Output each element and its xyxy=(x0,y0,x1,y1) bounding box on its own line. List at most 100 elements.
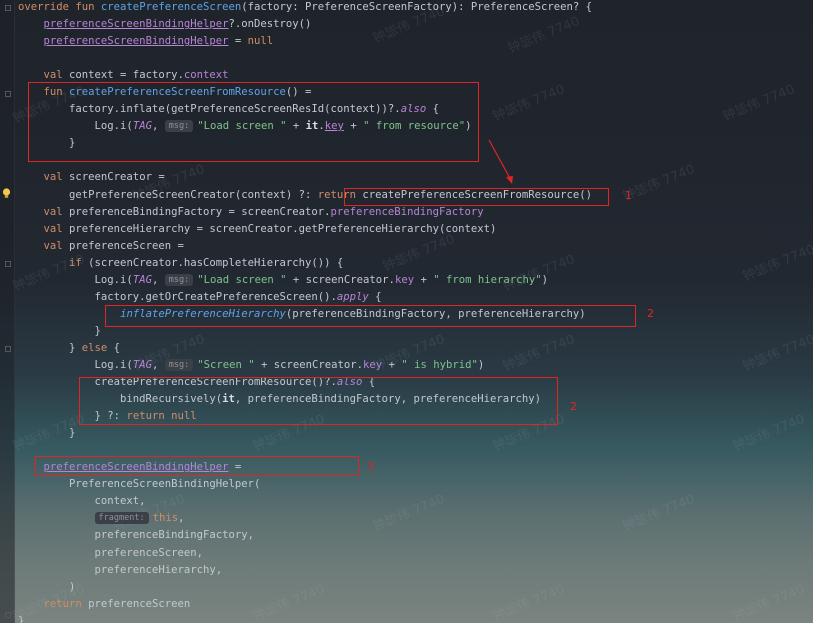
code-line[interactable]: context, xyxy=(18,493,592,510)
annotation-box-inflate-hierarchy xyxy=(105,305,636,327)
code-editor[interactable]: 钟毖伟 7740 钟毖伟 7740 钟毖伟 7740 钟毖伟 7740 钟毖伟 7740… xyxy=(0,0,813,623)
code-token: Log.i( xyxy=(18,358,133,371)
code-token: "Load screen " xyxy=(197,273,287,286)
watermark-text: 钟毖伟 7740 xyxy=(740,242,813,285)
watermark-text: 钟毖伟 7740 xyxy=(740,332,813,375)
fold-marker-icon[interactable] xyxy=(5,346,11,352)
code-line[interactable]: preferenceScreenBindingHelper = null xyxy=(18,33,592,50)
fold-marker-icon[interactable] xyxy=(5,261,11,267)
parameter-hint: fragment: xyxy=(94,512,149,525)
fold-marker-icon[interactable] xyxy=(5,612,11,618)
annotation-box-bind-recursively xyxy=(79,377,558,425)
code-token: preferenceBindingFactory xyxy=(330,205,484,218)
code-token: key xyxy=(363,358,383,371)
annotation-box-create-from-resource xyxy=(28,82,479,162)
code-token: "Screen " xyxy=(197,358,255,371)
code-token: val xyxy=(43,69,70,82)
code-token: + xyxy=(382,358,402,371)
code-line[interactable]: val preferenceBindingFactory = screenCre… xyxy=(18,204,592,221)
annotation-label-1: 1 xyxy=(625,189,632,202)
code-line[interactable]: preferenceBindingFactory, xyxy=(18,527,592,544)
annotation-arrow-icon xyxy=(488,139,513,184)
code-token: ) xyxy=(477,358,485,371)
code-line[interactable]: return preferenceScreen xyxy=(18,596,592,613)
code-token: override xyxy=(18,1,76,13)
code-token: fun xyxy=(75,1,101,13)
code-token: null xyxy=(247,35,274,48)
code-token: } xyxy=(18,341,82,354)
code-line[interactable]: fragment: this, xyxy=(18,510,592,527)
watermark-text: 钟毖伟 7740 xyxy=(720,82,798,125)
code-token: + screenCreator. xyxy=(286,273,395,286)
code-token: TAG xyxy=(132,273,152,286)
code-line[interactable]: val preferenceHierarchy = screenCreator.… xyxy=(18,221,592,238)
code-line[interactable]: } else { xyxy=(18,340,592,357)
code-line[interactable]: ) xyxy=(18,579,592,596)
annotation-label-2-second: 2 xyxy=(570,400,577,413)
code-line[interactable]: } xyxy=(18,425,592,442)
code-token: { xyxy=(368,290,382,303)
code-line[interactable]: Log.i(TAG, msg: "Screen " + screenCreator… xyxy=(18,357,592,374)
code-token: (screenCreator.hasCompleteHierarchy()) { xyxy=(88,256,344,269)
code-token: } xyxy=(18,427,76,440)
code-token: if xyxy=(69,256,89,269)
code-token: } xyxy=(18,324,101,337)
code-token: return xyxy=(43,597,89,610)
code-line[interactable]: PreferenceScreenBindingHelper( xyxy=(18,476,592,493)
code-line[interactable] xyxy=(18,50,592,67)
code-token: factory.getOrCreatePreferenceScreen(). xyxy=(18,290,337,303)
code-token: context xyxy=(183,69,229,82)
code-token: preferenceHierarchy, xyxy=(18,563,223,576)
watermark-text: 钟毖伟 7740 xyxy=(730,412,808,455)
code-line[interactable]: preferenceHierarchy, xyxy=(18,562,592,579)
annotation-box-return-call xyxy=(344,188,609,206)
parameter-hint: msg: xyxy=(164,358,194,371)
code-line[interactable]: override fun createPreferenceScreen(fact… xyxy=(18,0,592,16)
code-line[interactable]: } xyxy=(18,613,592,623)
code-token: context = factory. xyxy=(69,69,184,82)
code-token: preferenceScreenBindingHelper xyxy=(43,35,229,48)
annotation-box-binding-helper xyxy=(35,456,359,476)
code-token: Log.i( xyxy=(18,273,133,286)
code-token: " is hybrid" xyxy=(401,358,478,371)
code-token: preferenceScreenBindingHelper xyxy=(43,18,229,31)
code-token: createPreferenceScreen xyxy=(100,1,242,13)
annotation-label-2-first: 2 xyxy=(647,307,654,320)
code-token: PreferenceScreenBindingHelper( xyxy=(18,478,261,491)
code-token: preferenceHierarchy = screenCreator.getP… xyxy=(69,222,497,235)
code-token: preferenceScreen = xyxy=(69,239,184,252)
code-token: context, xyxy=(18,495,146,508)
code-token: preferenceScreen, xyxy=(18,546,203,559)
code-token: } xyxy=(18,614,25,623)
code-token: = xyxy=(228,35,248,48)
editor-gutter xyxy=(0,0,15,623)
code-token: preferenceBindingFactory, xyxy=(18,529,254,542)
code-token: { xyxy=(107,341,121,354)
code-line[interactable]: preferenceScreenBindingHelper?.onDestroy… xyxy=(18,16,592,33)
code-line[interactable]: val preferenceScreen = xyxy=(18,238,592,255)
code-token: val xyxy=(43,222,70,235)
code-token: getPreferenceScreenCreator(context) ?: xyxy=(18,188,318,201)
lightbulb-icon[interactable] xyxy=(2,188,11,199)
parameter-hint: msg: xyxy=(164,273,194,286)
code-token: val xyxy=(43,239,70,252)
code-token: ) xyxy=(18,580,76,593)
code-line[interactable]: if (screenCreator.hasCompleteHierarchy()… xyxy=(18,255,592,272)
watermark-text: 钟毖伟 7740 xyxy=(730,582,808,623)
code-token: TAG xyxy=(132,358,152,371)
fold-marker-icon[interactable] xyxy=(5,91,11,97)
fold-marker-icon[interactable] xyxy=(5,5,11,11)
code-line[interactable]: preferenceScreen, xyxy=(18,545,592,562)
watermark-text: 钟毖伟 7740 xyxy=(620,492,698,535)
code-token: this xyxy=(152,512,179,525)
code-line[interactable]: factory.getOrCreatePreferenceScreen().ap… xyxy=(18,289,592,306)
code-line[interactable]: Log.i(TAG, msg: "Load screen " + screenCr… xyxy=(18,272,592,289)
code-token: key xyxy=(394,273,415,286)
code-token: apply xyxy=(336,290,369,303)
